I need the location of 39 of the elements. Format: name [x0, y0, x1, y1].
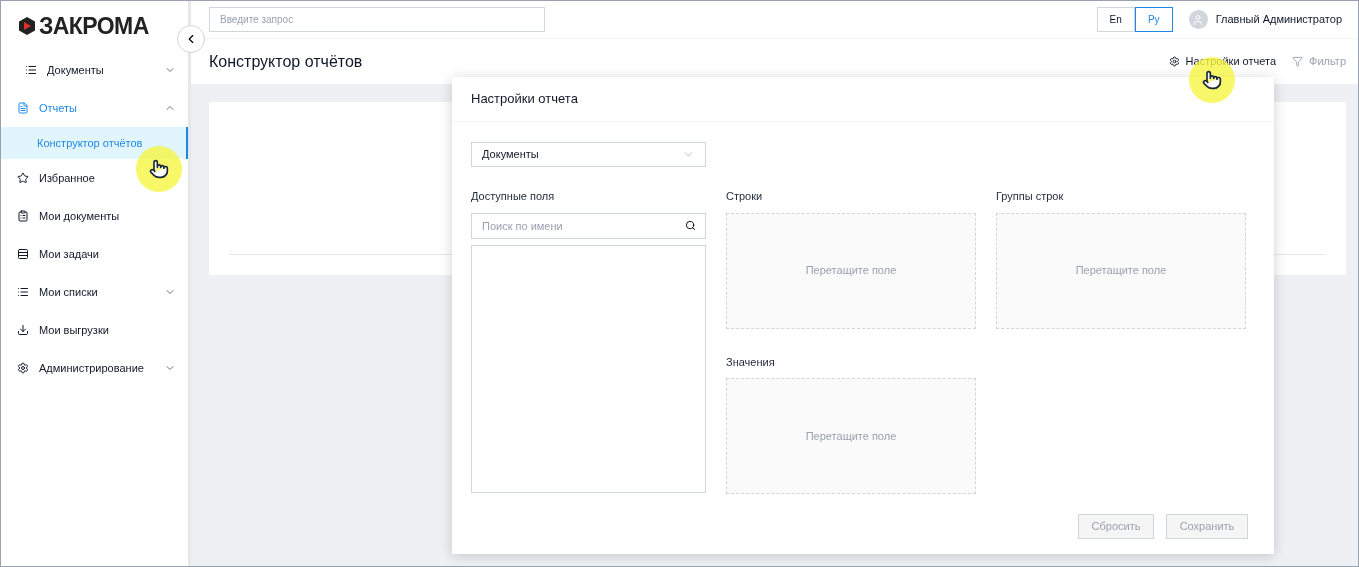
source-select[interactable]: Документы — [471, 142, 706, 167]
sidebar-item[interactable]: Мои документы — [1, 197, 188, 235]
menu-icon — [25, 64, 37, 76]
sidebar-item[interactable]: Мои задачи — [1, 235, 188, 273]
search-icon — [685, 219, 696, 231]
collapse-button[interactable] — [177, 25, 205, 53]
menu-icon — [17, 324, 29, 336]
sidebar-item[interactable]: Отчеты — [1, 89, 188, 127]
drop-hint: Перетащите поле — [1075, 263, 1167, 279]
logo-icon — [17, 16, 37, 36]
page-title: Конструктор отчётов — [209, 51, 364, 72]
gear-icon — [1168, 56, 1180, 67]
search-field[interactable]: Введите запрос — [209, 7, 545, 32]
drop-hint: Перетащите поле — [805, 263, 897, 279]
sidebar-item[interactable]: Мои выгрузки — [1, 311, 188, 349]
zone-label: Значения — [726, 354, 776, 370]
dialog-title: Настройки отчета — [471, 90, 578, 109]
user-name[interactable]: Главный Администратор — [1215, 11, 1342, 28]
menu-icon — [17, 172, 29, 184]
field-search[interactable]: Поиск по имени — [471, 212, 706, 239]
drop-hint: Перетащите поле — [805, 428, 897, 444]
menu-icon — [17, 210, 29, 222]
avatar-icon[interactable] — [1188, 10, 1208, 29]
sidebar-item[interactable]: Избранное — [1, 159, 188, 197]
sidebar-item[interactable]: Мои списки — [1, 273, 188, 311]
zone-label: Строки — [726, 189, 764, 204]
language-button[interactable]: Ру — [1134, 7, 1173, 32]
fields-label: Доступные поля — [471, 189, 556, 204]
menu-icon — [17, 248, 29, 260]
menu-icon — [17, 286, 29, 298]
cursor-highlight-icon — [136, 146, 182, 192]
menu-icon — [17, 362, 29, 374]
zone-label: Группы строк — [996, 189, 1065, 204]
filter-icon — [1292, 56, 1304, 67]
logo-text: ЗАКРОМА — [39, 11, 149, 41]
language-button[interactable]: En — [1096, 7, 1135, 32]
sidebar-item[interactable]: Документы — [1, 51, 188, 89]
menu-icon — [17, 102, 29, 114]
sidebar-item[interactable]: Администрирование — [1, 349, 188, 387]
